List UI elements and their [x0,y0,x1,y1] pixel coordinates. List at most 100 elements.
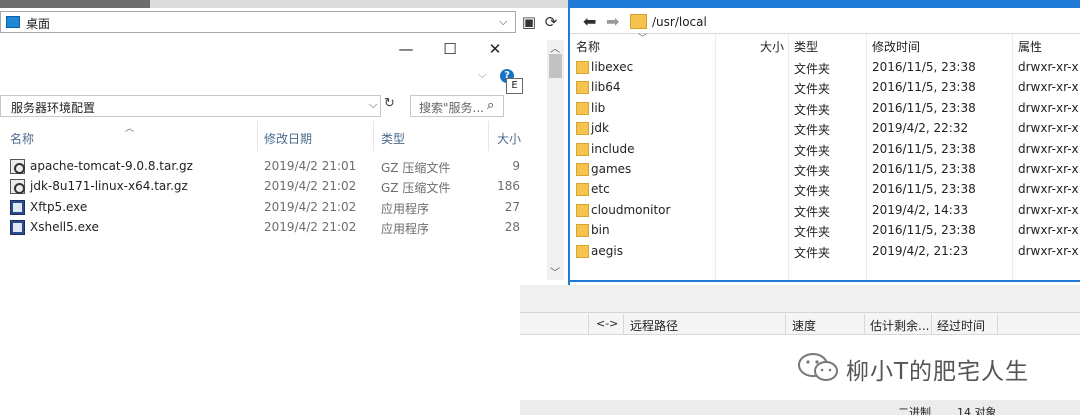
remote-file-row[interactable]: jdk 文件夹 2019/4/2, 22:32 drwxr-xr-x [570,119,1080,139]
folder-icon [576,102,589,115]
file-time: 2016/11/5, 23:38 [872,101,976,115]
col-divider[interactable] [623,314,624,334]
scroll-up-icon[interactable]: ︿ [550,40,560,55]
file-name: jdk [591,121,609,135]
file-type: 文件夹 [794,103,831,117]
chevron-down-icon[interactable]: ⌵ [499,15,507,29]
status-encoding[interactable]: 二进制 [898,404,931,415]
local-drive-selector[interactable]: 桌面 ⌵ [0,11,516,33]
col-divider[interactable] [488,121,489,151]
search-icon[interactable]: ⌕ [487,98,494,113]
col-header-size[interactable]: 大小 [760,38,784,55]
remote-file-row[interactable]: etc 文件夹 2016/11/5, 23:38 drwxr-xr-x [570,180,1080,200]
local-file-row[interactable]: Xshell5.exe 2019/4/2 21:02 应用程序 28 [0,218,520,238]
forward-arrow-icon[interactable]: ➡ [606,12,619,31]
archive-icon [10,159,25,174]
file-date: 2019/4/2 21:02 [264,179,357,193]
col-divider[interactable] [997,314,998,334]
remote-file-row[interactable]: libexec 文件夹 2016/11/5, 23:38 drwxr-xr-x [570,58,1080,78]
col-header-perm[interactable]: 属性 [1018,38,1042,55]
archive-icon [10,179,25,194]
col-header-size[interactable]: 大小 [497,130,521,147]
col-header-remote-path[interactable]: 远程路径 [630,317,678,334]
file-time: 2016/11/5, 23:38 [872,142,976,156]
refresh-icon[interactable]: ⟳ [541,12,561,32]
file-type: 文件夹 [794,144,831,158]
col-divider[interactable] [373,121,374,151]
remote-pane-top-strip [570,0,1080,8]
file-time: 2016/11/5, 23:38 [872,223,976,237]
folder-icon [576,61,589,74]
minimize-button[interactable]: — [384,38,428,60]
sort-asc-icon: ︿ [125,124,135,134]
help-key-badge: E [506,78,523,94]
close-button[interactable]: ✕ [473,38,517,60]
wechat-logo-icon [798,353,838,381]
remote-file-row[interactable]: aegis 文件夹 2019/4/2, 21:23 drwxr-xr-x [570,242,1080,262]
col-header-direction[interactable]: <-> [596,317,618,330]
file-name: lib64 [591,80,621,94]
local-file-row[interactable]: apache-tomcat-9.0.8.tar.gz 2019/4/2 21:0… [0,157,520,177]
remote-file-row[interactable]: bin 文件夹 2016/11/5, 23:38 drwxr-xr-x [570,221,1080,241]
remote-path[interactable]: /usr/local [652,15,707,29]
scrollbar-thumb[interactable] [549,54,562,78]
remote-file-row[interactable]: games 文件夹 2016/11/5, 23:38 drwxr-xr-x [570,160,1080,180]
folder-icon [576,163,589,176]
address-refresh-icon[interactable]: ↻ [384,96,395,111]
maximize-button[interactable]: ☐ [428,38,472,60]
local-address-bar[interactable]: 服务器环境配置 [0,95,381,117]
col-header-date[interactable]: 修改日期 [264,130,312,147]
col-divider[interactable] [588,314,589,334]
file-time: 2016/11/5, 23:38 [872,162,976,176]
file-type: 应用程序 [381,222,430,236]
file-perm: drwxr-xr-x [1018,223,1079,237]
remote-file-row[interactable]: lib64 文件夹 2016/11/5, 23:38 drwxr-xr-x [570,78,1080,98]
col-header-speed[interactable]: 速度 [792,317,816,334]
file-type: 文件夹 [794,62,831,76]
local-file-row[interactable]: Xftp5.exe 2019/4/2 21:02 应用程序 27 [0,198,520,218]
col-header-elapsed[interactable]: 经过时间 [937,317,985,334]
col-divider[interactable] [785,314,786,334]
file-name: Xshell5.exe [30,220,99,234]
col-divider[interactable] [864,314,865,334]
remote-file-row[interactable]: include 文件夹 2016/11/5, 23:38 drwxr-xr-x [570,140,1080,160]
file-name: include [591,142,635,156]
col-header-name[interactable]: 名称 [576,38,600,55]
status-object-count: 14 对象 [957,406,997,415]
transfer-toolbar [520,285,1080,313]
sort-desc-icon: ﹀ [638,34,648,44]
scroll-down-icon[interactable]: ﹀ [550,264,560,279]
file-time: 2016/11/5, 23:38 [872,182,976,196]
file-time: 2019/4/2, 14:33 [872,203,969,217]
file-perm: drwxr-xr-x [1018,60,1079,74]
file-size: 186 [497,179,520,193]
col-header-eta[interactable]: 估计剩余... [870,317,929,334]
col-header-type[interactable]: 类型 [381,130,405,147]
file-type: 文件夹 [794,184,831,198]
file-type: 应用程序 [381,202,430,216]
local-search-input[interactable]: 搜索"服务... ⌕ [410,95,504,117]
file-type: GZ 压缩文件 [381,181,451,195]
col-header-time[interactable]: 修改时间 [872,38,920,55]
col-header-type[interactable]: 类型 [794,38,818,55]
exe-icon [10,220,25,235]
exe-icon [10,200,25,215]
search-placeholder: 搜索"服务... [419,101,484,115]
col-header-name[interactable]: 名称 [10,130,34,147]
file-name: apache-tomcat-9.0.8.tar.gz [30,159,193,173]
local-file-row[interactable]: jdk-8u171-linux-x64.tar.gz 2019/4/2 21:0… [0,177,520,197]
back-arrow-icon[interactable]: ⬅ [583,12,596,31]
file-name: lib [591,101,606,115]
remote-file-row[interactable]: lib 文件夹 2016/11/5, 23:38 drwxr-xr-x [570,99,1080,119]
col-divider[interactable] [931,314,932,334]
ribbon-expand-icon[interactable]: ⌵ [478,68,486,82]
folder-icon [576,122,589,135]
remote-file-row[interactable]: cloudmonitor 文件夹 2019/4/2, 14:33 drwxr-x… [570,201,1080,221]
file-type: 文件夹 [794,164,831,178]
col-divider[interactable] [257,121,258,151]
folder-icon [576,204,589,217]
file-type: GZ 压缩文件 [381,161,451,175]
file-date: 2019/4/2 21:01 [264,159,357,173]
address-dropdown-icon[interactable]: ⌵ [369,98,377,112]
open-folder-icon[interactable]: ▣ [519,12,539,32]
